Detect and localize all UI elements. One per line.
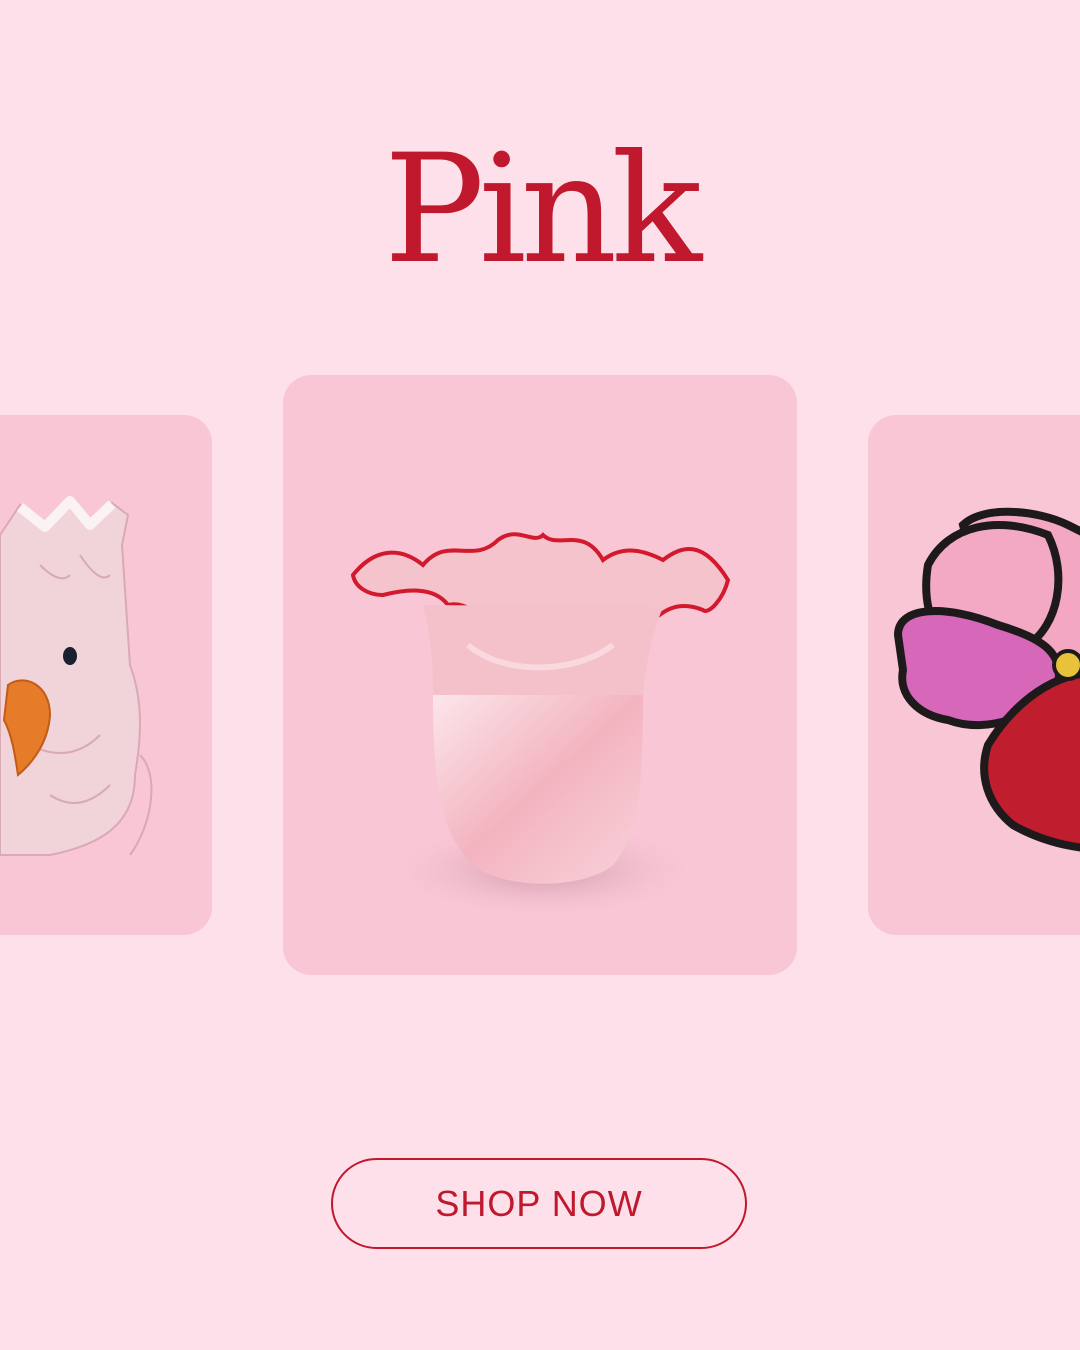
beaded-flower-brooch-image	[893, 507, 1080, 852]
page-title: Pink	[383, 123, 702, 297]
product-card-right[interactable]	[868, 415, 1080, 935]
product-card-left[interactable]	[0, 415, 212, 935]
shop-now-button[interactable]: SHOP NOW	[331, 1158, 747, 1249]
ruffled-glass-vase-image	[350, 532, 731, 920]
product-card-center[interactable]	[283, 375, 797, 975]
cockatoo-vase-image	[0, 496, 153, 856]
